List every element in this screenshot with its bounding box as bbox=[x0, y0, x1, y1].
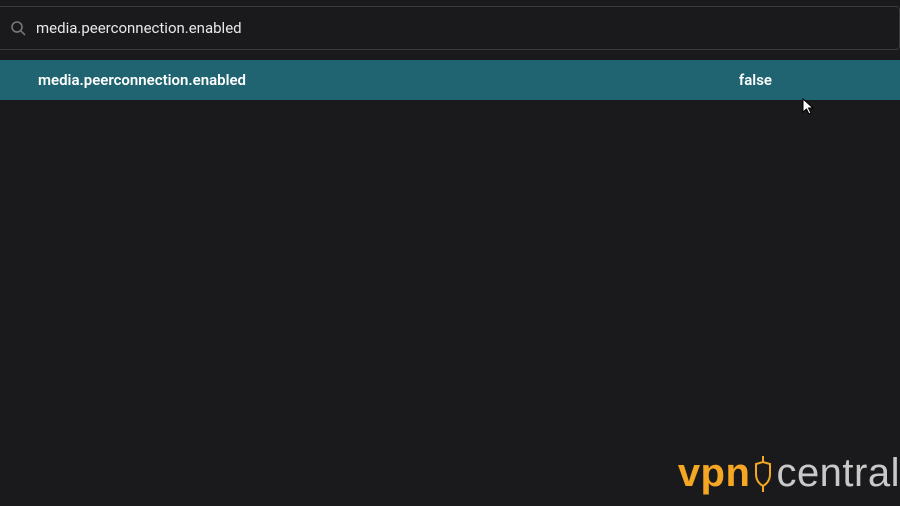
preference-row[interactable]: media.peerconnection.enabled false bbox=[0, 60, 900, 100]
search-input[interactable] bbox=[36, 19, 889, 37]
preference-name: media.peerconnection.enabled bbox=[38, 71, 739, 89]
preference-search-bar[interactable] bbox=[0, 6, 900, 50]
shield-icon bbox=[752, 456, 774, 492]
watermark-logo: vpn central bbox=[678, 451, 900, 496]
search-icon bbox=[10, 20, 26, 36]
watermark-text-central: central bbox=[776, 451, 900, 496]
mouse-cursor-icon bbox=[802, 98, 816, 116]
preference-value: false bbox=[739, 71, 882, 89]
watermark-text-vpn: vpn bbox=[678, 451, 751, 496]
